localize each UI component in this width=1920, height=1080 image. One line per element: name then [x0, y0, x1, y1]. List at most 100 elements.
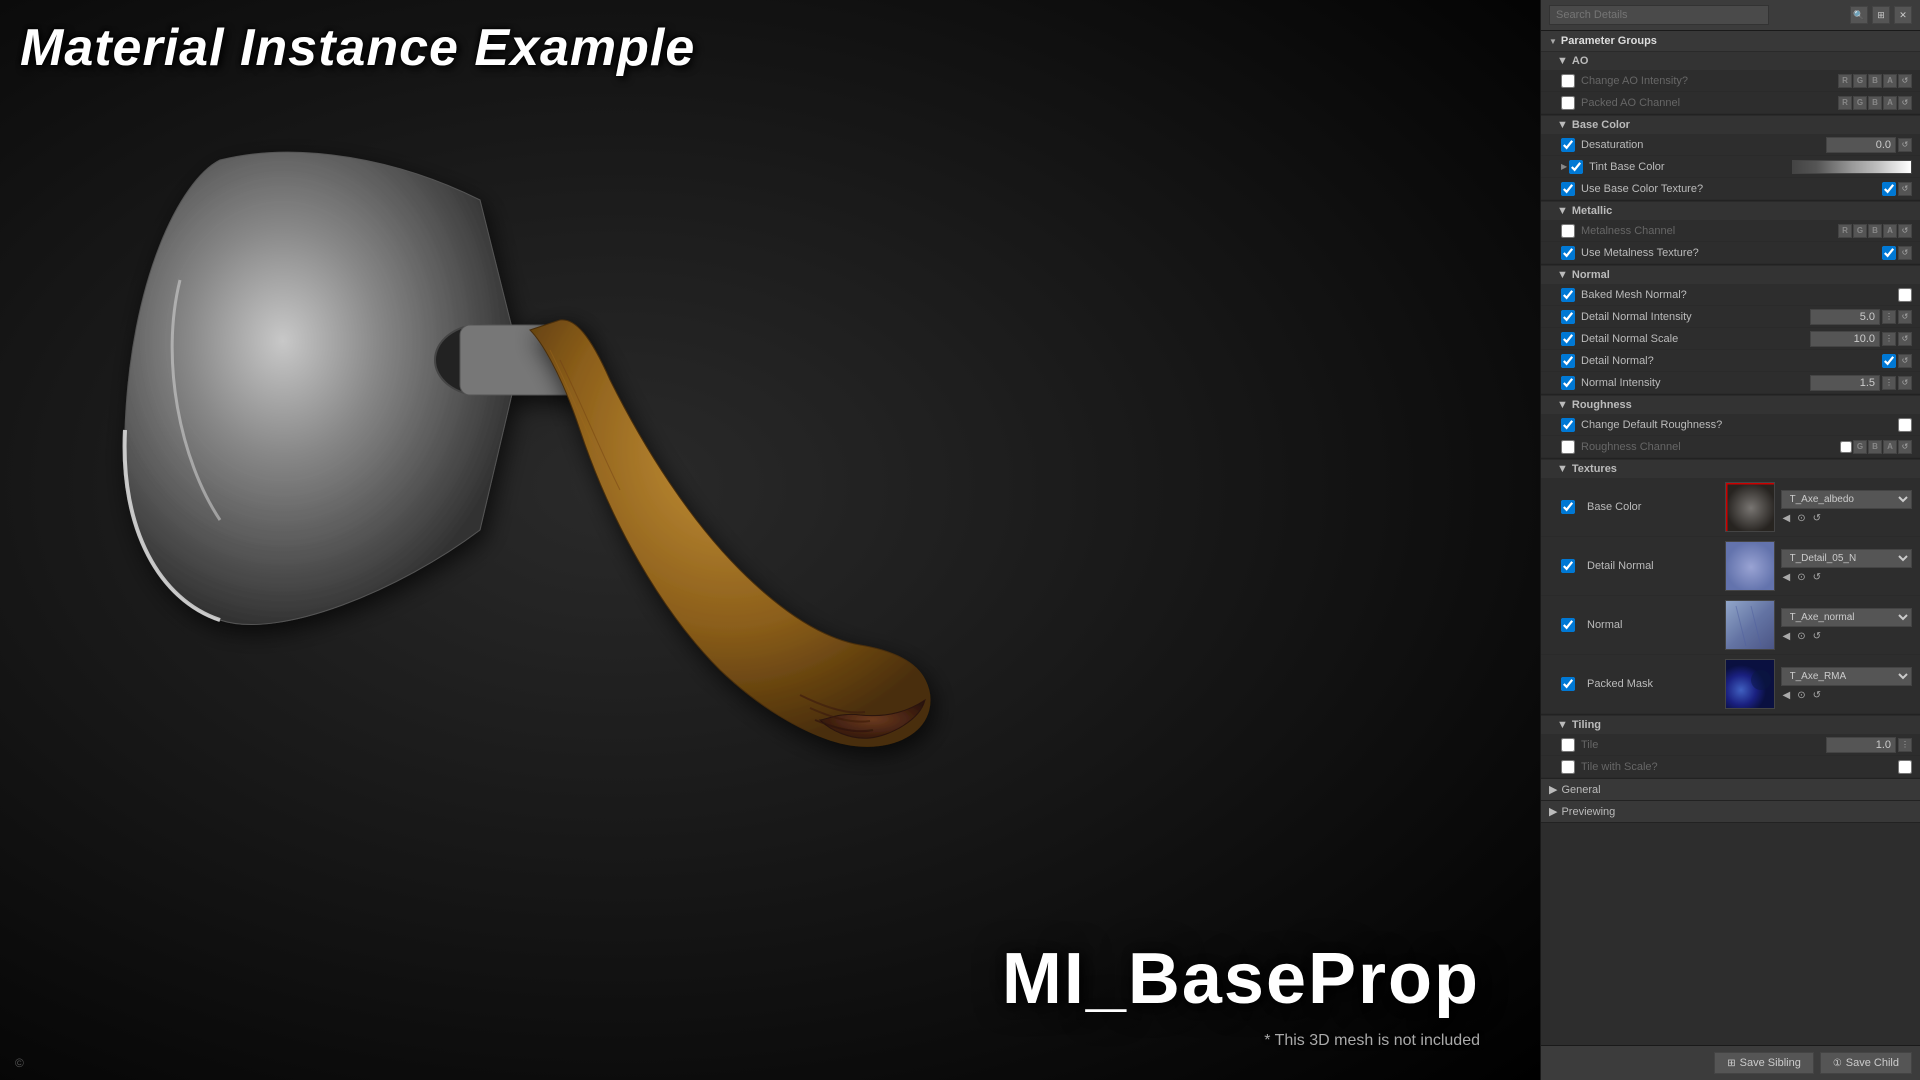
baked-mesh-normal-inner-check[interactable] — [1898, 288, 1912, 302]
roughness-group-header[interactable]: ▼ Roughness — [1541, 395, 1920, 414]
dns-spin-btn[interactable]: ⋮ — [1882, 332, 1896, 346]
metalness-channel-checkbox[interactable] — [1561, 224, 1575, 238]
base-color-tex-reset-icon[interactable]: ↺ — [1811, 512, 1823, 525]
parameter-groups-header[interactable]: ▼ Parameter Groups — [1541, 31, 1920, 51]
use-metalness-texture-checkbox[interactable] — [1561, 246, 1575, 260]
tws-inner-check[interactable] — [1898, 760, 1912, 774]
pao-g-btn[interactable]: G — [1853, 96, 1867, 110]
use-metalness-texture-reset-btn[interactable]: ↺ — [1898, 246, 1912, 260]
ch-g-btn[interactable]: G — [1853, 74, 1867, 88]
detail-normal-thumbnail[interactable] — [1725, 541, 1775, 591]
tile-with-scale-checkbox[interactable] — [1561, 760, 1575, 774]
normal-tex-reset-icon[interactable]: ↺ — [1811, 630, 1823, 643]
change-default-roughness-checkbox[interactable] — [1561, 418, 1575, 432]
ch-r-btn[interactable]: R — [1838, 74, 1852, 88]
use-base-color-texture-inner-check[interactable] — [1882, 182, 1896, 196]
packed-mask-tex-browse-icon[interactable]: ◀ — [1781, 689, 1793, 702]
rc-check[interactable] — [1840, 441, 1852, 453]
normal-tex-browse-icon[interactable]: ◀ — [1781, 630, 1793, 643]
search-input[interactable] — [1549, 5, 1769, 25]
desaturation-checkbox[interactable] — [1561, 138, 1575, 152]
use-metalness-texture-inner-check[interactable] — [1882, 246, 1896, 260]
detail-normal-inner-check[interactable] — [1882, 354, 1896, 368]
packed-mask-thumbnail[interactable] — [1725, 659, 1775, 709]
mc-r-btn[interactable]: R — [1838, 224, 1852, 238]
save-sibling-button[interactable]: ⊞ Save Sibling — [1714, 1052, 1814, 1074]
ni-reset-btn[interactable]: ↺ — [1898, 376, 1912, 390]
save-child-button[interactable]: ① Save Child — [1820, 1052, 1912, 1074]
mc-a-btn[interactable]: A — [1883, 224, 1897, 238]
packed-mask-tex-reset-icon[interactable]: ↺ — [1811, 689, 1823, 702]
rc-g-btn[interactable]: G — [1853, 440, 1867, 454]
use-base-color-texture-reset-btn[interactable]: ↺ — [1898, 182, 1912, 196]
rc-b-btn[interactable]: B — [1868, 440, 1882, 454]
rc-a-btn[interactable]: A — [1883, 440, 1897, 454]
ch-a-btn[interactable]: A — [1883, 74, 1897, 88]
pao-r-btn[interactable]: R — [1838, 96, 1852, 110]
detail-normal-checkbox[interactable] — [1561, 354, 1575, 368]
detail-normal-tex-reset-icon[interactable]: ↺ — [1811, 571, 1823, 584]
normal-intensity-checkbox[interactable] — [1561, 376, 1575, 390]
grid-icon-btn[interactable]: ⊞ — [1872, 6, 1890, 24]
previewing-row[interactable]: ▶ Previewing — [1541, 801, 1920, 823]
general-row[interactable]: ▶ General — [1541, 779, 1920, 801]
detail-normal-intensity-input[interactable] — [1810, 309, 1880, 325]
metallic-group-header[interactable]: ▼ Metallic — [1541, 201, 1920, 220]
detail-normal-tex-browse-icon[interactable]: ◀ — [1781, 571, 1793, 584]
normal-tex-dropdown[interactable]: T_Axe_normal — [1781, 608, 1913, 627]
change-ao-intensity-checkbox[interactable] — [1561, 74, 1575, 88]
desaturation-reset-btn[interactable]: ↺ — [1898, 138, 1912, 152]
ch-b-btn[interactable]: B — [1868, 74, 1882, 88]
normal-thumbnail[interactable] — [1725, 600, 1775, 650]
dni-reset-btn[interactable]: ↺ — [1898, 310, 1912, 324]
mc-b-btn[interactable]: B — [1868, 224, 1882, 238]
detail-normal-tex-checkbox[interactable] — [1561, 559, 1575, 573]
search-icon-btn[interactable]: 🔍 — [1850, 6, 1868, 24]
mc-g-btn[interactable]: G — [1853, 224, 1867, 238]
tint-color-bar[interactable] — [1792, 160, 1912, 174]
dns-reset-btn[interactable]: ↺ — [1898, 332, 1912, 346]
ni-spin-btn[interactable]: ⋮ — [1882, 376, 1896, 390]
rc-reset-btn[interactable]: ↺ — [1898, 440, 1912, 454]
use-base-color-texture-checkbox[interactable] — [1561, 182, 1575, 196]
dni-spin-btn[interactable]: ⋮ — [1882, 310, 1896, 324]
normal-group-header[interactable]: ▼ Normal — [1541, 265, 1920, 284]
pao-b-btn[interactable]: B — [1868, 96, 1882, 110]
mc-reset-btn[interactable]: ↺ — [1898, 224, 1912, 238]
base-color-tex-browse-icon[interactable]: ◀ — [1781, 512, 1793, 525]
packed-ao-channel-checkbox[interactable] — [1561, 96, 1575, 110]
detail-normal-tex-dropdown[interactable]: T_Detail_05_N — [1781, 549, 1913, 568]
tile-input[interactable] — [1826, 737, 1896, 753]
normal-intensity-input[interactable] — [1810, 375, 1880, 391]
normal-tex-find-icon[interactable]: ⊙ — [1795, 630, 1807, 643]
tile-checkbox[interactable] — [1561, 738, 1575, 752]
pao-a-btn[interactable]: A — [1883, 96, 1897, 110]
detail-normal-scale-input[interactable] — [1810, 331, 1880, 347]
base-color-tex-find-icon[interactable]: ⊙ — [1795, 512, 1807, 525]
base-color-tex-dropdown[interactable]: T_Axe_albedo — [1781, 490, 1913, 509]
base-color-tex-checkbox[interactable] — [1561, 500, 1575, 514]
tint-expand-btn[interactable]: ▶ — [1561, 162, 1567, 171]
ao-group-header[interactable]: ▼ AO — [1541, 51, 1920, 70]
packed-mask-tex-find-icon[interactable]: ⊙ — [1795, 689, 1807, 702]
cdr-inner-check[interactable] — [1898, 418, 1912, 432]
detail-normal-intensity-checkbox[interactable] — [1561, 310, 1575, 324]
normal-tex-checkbox[interactable] — [1561, 618, 1575, 632]
tint-base-color-checkbox[interactable] — [1569, 160, 1583, 174]
base-color-thumbnail[interactable] — [1725, 482, 1775, 532]
ao-reset-btn[interactable]: ↺ — [1898, 74, 1912, 88]
base-color-group-header[interactable]: ▼ Base Color — [1541, 115, 1920, 134]
packed-mask-tex-dropdown[interactable]: T_Axe_RMA — [1781, 667, 1913, 686]
desaturation-input[interactable] — [1826, 137, 1896, 153]
detail-normal-tex-find-icon[interactable]: ⊙ — [1795, 571, 1807, 584]
close-icon-btn[interactable]: ✕ — [1894, 6, 1912, 24]
detail-normal-scale-checkbox[interactable] — [1561, 332, 1575, 346]
roughness-channel-checkbox[interactable] — [1561, 440, 1575, 454]
packed-mask-tex-checkbox[interactable] — [1561, 677, 1575, 691]
pao-reset-btn[interactable]: ↺ — [1898, 96, 1912, 110]
dn-reset-btn[interactable]: ↺ — [1898, 354, 1912, 368]
baked-mesh-normal-checkbox[interactable] — [1561, 288, 1575, 302]
tiling-header[interactable]: ▼ Tiling — [1541, 715, 1920, 734]
tile-spin-btn[interactable]: ⋮ — [1898, 738, 1912, 752]
textures-header[interactable]: ▼ Textures — [1541, 459, 1920, 478]
